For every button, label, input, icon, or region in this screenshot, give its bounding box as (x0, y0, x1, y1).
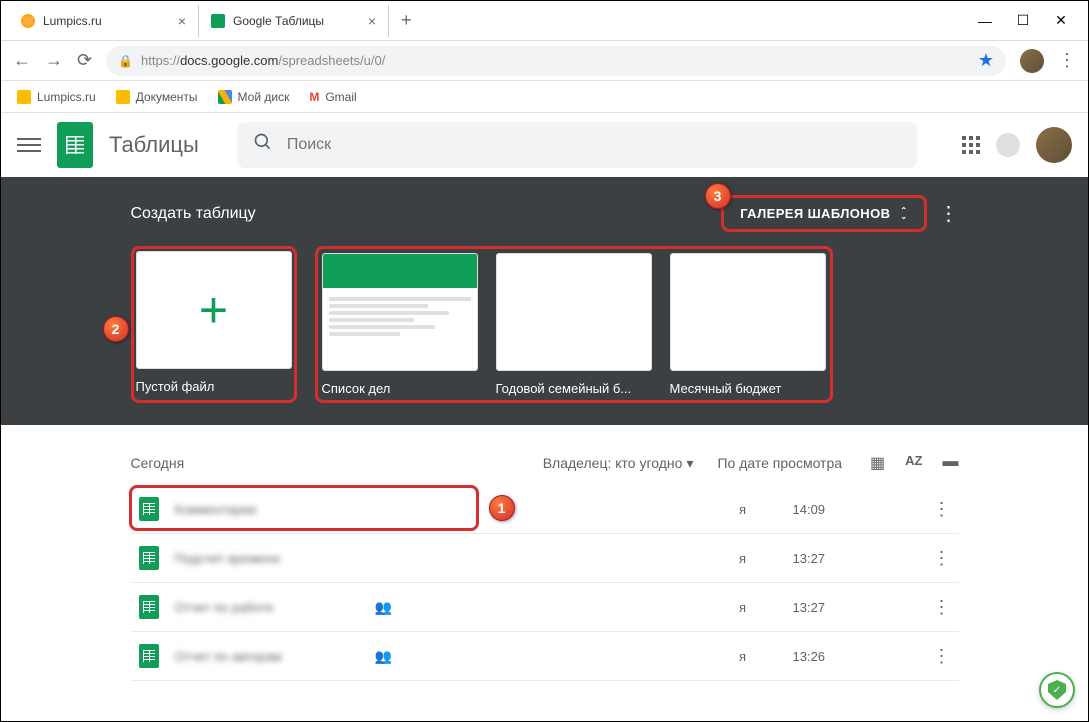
file-more-button[interactable]: ⋮ (933, 499, 951, 520)
search-box[interactable] (237, 122, 917, 168)
browser-tab-active[interactable]: Google Таблицы × (199, 5, 389, 37)
template-heading: Создать таблицу (131, 205, 256, 223)
files-section: Сегодня Владелец: кто угодно▾ По дате пр… (115, 425, 975, 697)
main-menu-button[interactable] (17, 138, 41, 152)
annotation-badge: 2 (103, 316, 129, 342)
file-row[interactable]: Подсчет времени я 13:27 ⋮ (131, 534, 959, 583)
bookmark-item[interactable]: Lumpics.ru (17, 90, 96, 104)
file-time: 13:26 (793, 649, 933, 664)
file-time: 13:27 (793, 600, 933, 615)
tab-title: Lumpics.ru (43, 14, 102, 28)
apps-grid-button[interactable] (962, 136, 980, 154)
file-name: Отчет по авторам (175, 649, 375, 664)
template-yearly-budget[interactable]: Годовой семейный б... (496, 253, 652, 396)
file-owner: я (693, 551, 793, 566)
template-gallery-button[interactable]: ГАЛЕРЕЯ ШАБЛОНОВ ⌃⌄ (721, 195, 926, 232)
app-title: Таблицы (109, 132, 199, 158)
reload-button[interactable]: ⟳ (77, 50, 92, 71)
close-tab-icon[interactable]: × (368, 13, 376, 29)
maximize-button[interactable]: ☐ (1016, 14, 1030, 28)
bookmarks-bar: Lumpics.ru Документы Мой диск MGmail (1, 81, 1088, 113)
folder-picker-button[interactable]: ▬ (943, 453, 959, 473)
sheets-file-icon (139, 546, 159, 570)
bookmark-item[interactable]: Мой диск (218, 90, 290, 104)
file-owner: я (693, 502, 793, 517)
lock-icon: 🔒 (118, 54, 133, 68)
template-label: Пустой файл (136, 379, 292, 394)
close-window-button[interactable]: ✕ (1054, 14, 1068, 28)
template-label: Список дел (322, 381, 478, 396)
template-monthly-budget[interactable]: Месячный бюджет (670, 253, 826, 396)
search-input[interactable] (287, 136, 901, 154)
bookmark-item[interactable]: MGmail (309, 90, 356, 104)
gallery-label: ГАЛЕРЕЯ ШАБЛОНОВ (740, 206, 890, 221)
drive-icon (218, 90, 232, 104)
security-badge-icon[interactable]: ✓ (1039, 672, 1075, 708)
plus-icon: + (199, 281, 228, 339)
files-section-heading: Сегодня (131, 455, 185, 471)
template-label: Годовой семейный б... (496, 381, 652, 396)
annotation-badge: 3 (705, 183, 731, 209)
search-icon (253, 132, 273, 158)
profile-avatar[interactable] (1020, 49, 1044, 73)
sort-az-button[interactable]: AZ (905, 453, 922, 473)
expand-icon: ⌃⌄ (900, 208, 907, 220)
owner-filter-dropdown[interactable]: Владелец: кто угодно▾ (543, 455, 694, 472)
bookmark-item[interactable]: Документы (116, 90, 198, 104)
file-more-button[interactable]: ⋮ (933, 597, 951, 618)
browser-titlebar: Lumpics.ru × Google Таблицы × + — ☐ ✕ (1, 1, 1088, 41)
template-blank[interactable]: + Пустой файл (136, 251, 292, 394)
chevron-down-icon: ▾ (686, 455, 693, 472)
folder-icon (17, 90, 31, 104)
notifications-button[interactable] (996, 133, 1020, 157)
new-tab-button[interactable]: + (389, 10, 424, 31)
sort-label[interactable]: По дате просмотра (717, 455, 842, 471)
favicon-icon (211, 14, 225, 28)
address-bar: ← → ⟳ 🔒 https://docs.google.com/spreadsh… (1, 41, 1088, 81)
file-owner: я (693, 649, 793, 664)
sheets-file-icon (139, 497, 159, 521)
account-avatar[interactable] (1036, 127, 1072, 163)
sheets-logo-icon[interactable] (57, 122, 93, 168)
folder-icon (116, 90, 130, 104)
file-name: Отчет по работе (175, 600, 375, 615)
forward-button[interactable]: → (45, 50, 63, 71)
file-row[interactable]: Отчет по авторам 👥 я 13:26 ⋮ (131, 632, 959, 681)
browser-menu-button[interactable]: ⋮ (1058, 50, 1076, 71)
sheets-file-icon (139, 644, 159, 668)
template-label: Месячный бюджет (670, 381, 826, 396)
file-time: 13:27 (793, 551, 933, 566)
url-input[interactable]: 🔒 https://docs.google.com/spreadsheets/u… (106, 46, 1006, 76)
shared-icon: 👥 (375, 648, 392, 665)
close-tab-icon[interactable]: × (178, 13, 186, 29)
back-button[interactable]: ← (13, 50, 31, 71)
file-time: 14:09 (793, 502, 933, 517)
file-more-button[interactable]: ⋮ (933, 646, 951, 667)
tab-title: Google Таблицы (233, 14, 324, 28)
file-owner: я (693, 600, 793, 615)
file-name: Подсчет времени (175, 551, 375, 566)
template-todo[interactable]: Список дел (322, 253, 478, 396)
more-options-button[interactable]: ⋮ (939, 201, 959, 226)
file-row[interactable]: 1 Комментарии я 14:09 ⋮ (131, 485, 959, 534)
file-more-button[interactable]: ⋮ (933, 548, 951, 569)
file-name: Комментарии (175, 502, 375, 517)
bookmark-star-icon[interactable]: ★ (978, 50, 994, 71)
favicon-icon (21, 14, 35, 28)
shared-icon: 👥 (375, 599, 392, 616)
annotation-badge: 1 (489, 495, 515, 521)
url-text: https://docs.google.com/spreadsheets/u/0… (141, 53, 385, 68)
file-row[interactable]: Отчет по работе 👥 я 13:27 ⋮ (131, 583, 959, 632)
gmail-icon: M (309, 90, 319, 104)
app-header: Таблицы (1, 113, 1088, 177)
sheets-file-icon (139, 595, 159, 619)
grid-view-button[interactable]: ▦ (870, 453, 885, 473)
minimize-button[interactable]: — (978, 14, 992, 28)
browser-tab[interactable]: Lumpics.ru × (9, 5, 199, 37)
template-section: Создать таблицу 3 ГАЛЕРЕЯ ШАБЛОНОВ ⌃⌄ ⋮ … (1, 177, 1088, 425)
